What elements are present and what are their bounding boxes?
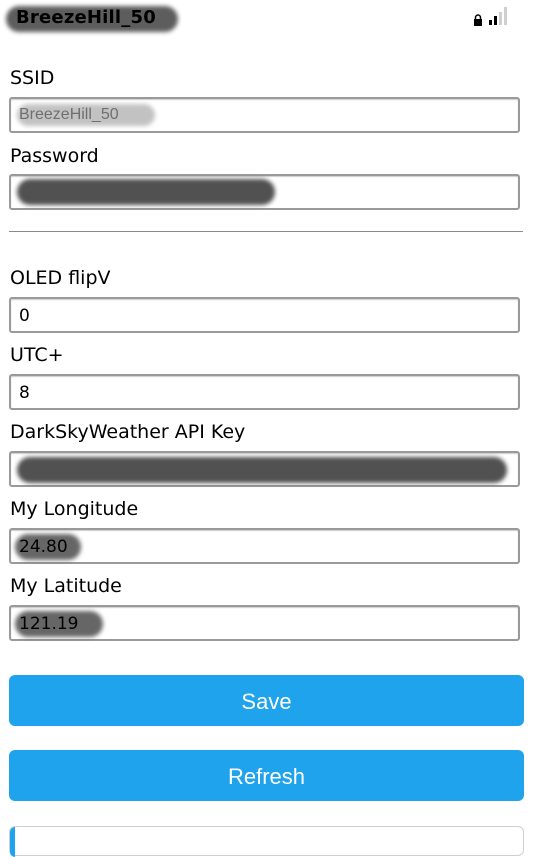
oled-flip-label: OLED flipV xyxy=(10,267,111,289)
lock-icon xyxy=(474,14,482,26)
utc-offset-label: UTC+ xyxy=(10,344,64,366)
longitude-label: My Longitude xyxy=(10,498,139,520)
divider xyxy=(9,231,523,232)
ssid-label: SSID xyxy=(10,67,55,89)
api-key-label: DarkSkyWeather API Key xyxy=(10,421,246,443)
save-button[interactable]: Save xyxy=(9,675,524,726)
bottom-panel xyxy=(9,826,524,857)
redaction-scribble xyxy=(17,179,275,205)
latitude-input[interactable]: 121.19 xyxy=(9,605,520,641)
redaction-scribble xyxy=(17,457,507,483)
utc-offset-value: 8 xyxy=(19,383,30,403)
latitude-value: 121.19 xyxy=(19,614,79,634)
longitude-value: 24.80 xyxy=(19,537,68,557)
api-key-input[interactable] xyxy=(9,451,520,487)
oled-flip-value: 0 xyxy=(19,306,30,326)
longitude-input[interactable]: 24.80 xyxy=(9,528,520,564)
oled-flip-input[interactable]: 0 xyxy=(9,297,520,333)
status-bar: BreezeHill_50 xyxy=(0,0,541,36)
password-input[interactable] xyxy=(9,174,520,210)
ssid-value: BreezeHill_50 xyxy=(19,106,119,123)
refresh-button[interactable]: Refresh xyxy=(9,750,524,801)
utc-offset-input[interactable]: 8 xyxy=(9,374,520,410)
latitude-label: My Latitude xyxy=(10,575,122,597)
wifi-signal-icon xyxy=(489,7,507,25)
ssid-input[interactable]: BreezeHill_50 xyxy=(9,97,520,133)
panel-accent xyxy=(10,827,15,857)
password-label: Password xyxy=(10,145,99,167)
network-name: BreezeHill_50 xyxy=(16,7,156,28)
